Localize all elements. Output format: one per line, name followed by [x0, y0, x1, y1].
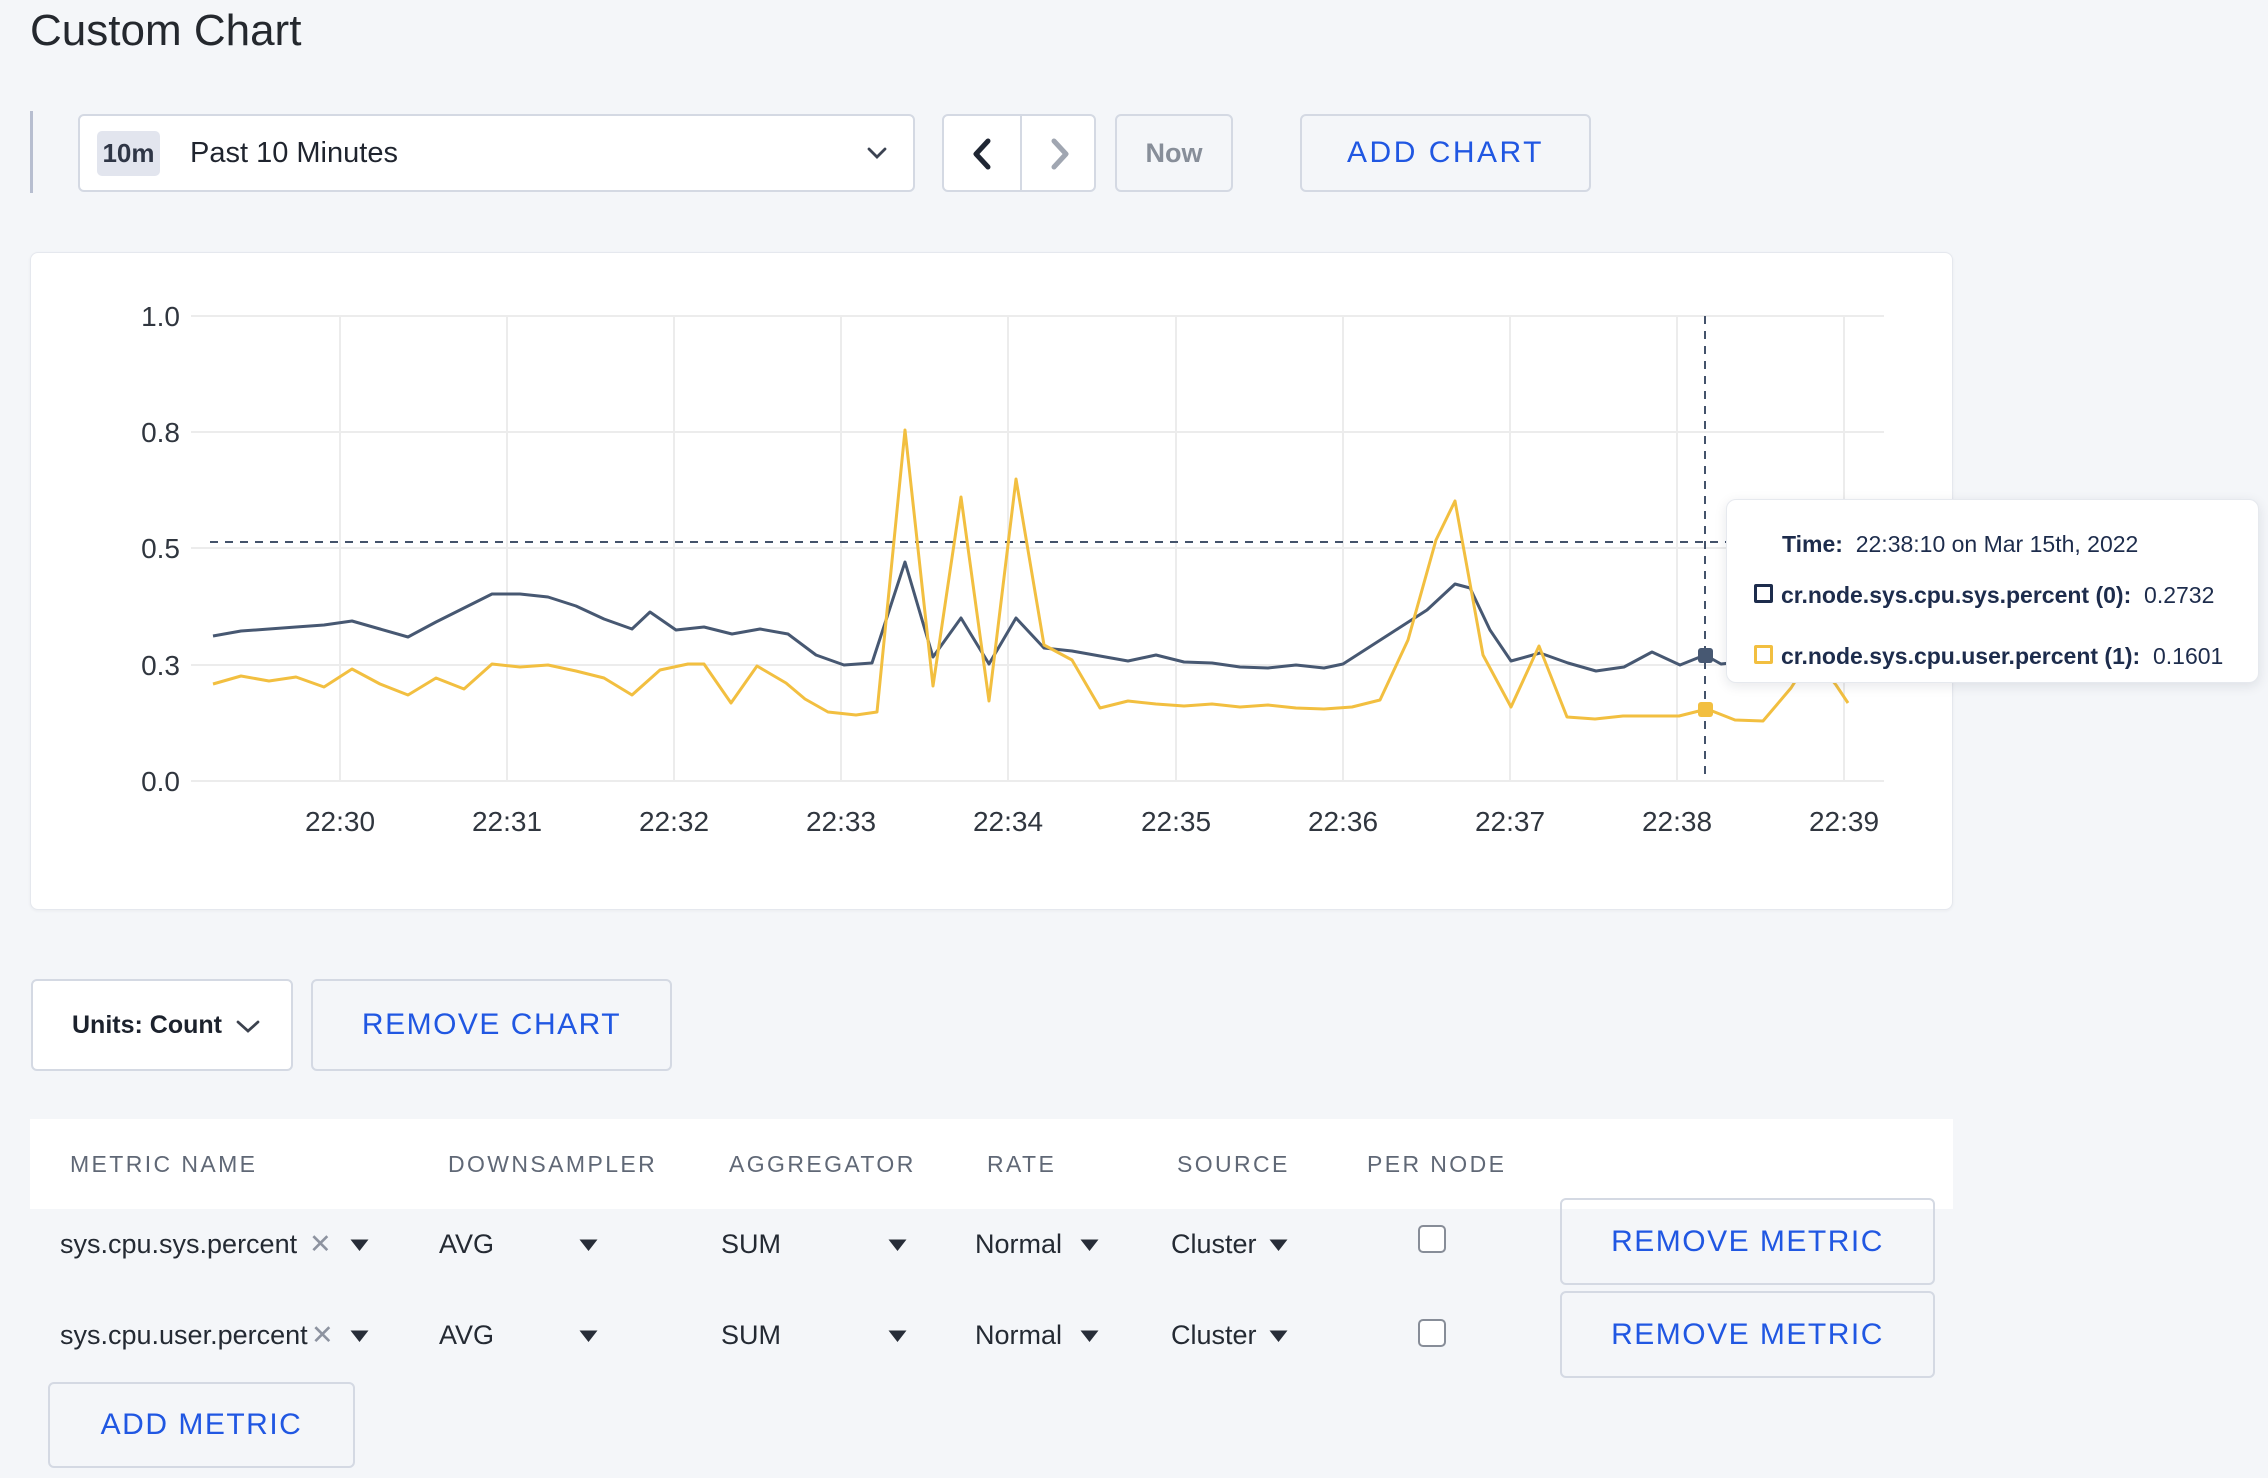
svg-text:22:31: 22:31	[472, 806, 542, 837]
svg-text:22:38: 22:38	[1642, 806, 1712, 837]
svg-text:22:32: 22:32	[639, 806, 709, 837]
svg-text:0.5: 0.5	[141, 533, 180, 564]
svg-text:22:33: 22:33	[806, 806, 876, 837]
svg-text:0.8: 0.8	[141, 417, 180, 448]
svg-text:22:36: 22:36	[1308, 806, 1378, 837]
svg-text:22:39: 22:39	[1809, 806, 1879, 837]
svg-text:0.0: 0.0	[141, 766, 180, 797]
svg-text:1.0: 1.0	[141, 301, 180, 332]
svg-text:0.3: 0.3	[141, 650, 180, 681]
svg-text:22:34: 22:34	[973, 806, 1043, 837]
svg-text:22:37: 22:37	[1475, 806, 1545, 837]
svg-text:22:35: 22:35	[1141, 806, 1211, 837]
svg-text:22:30: 22:30	[305, 806, 375, 837]
